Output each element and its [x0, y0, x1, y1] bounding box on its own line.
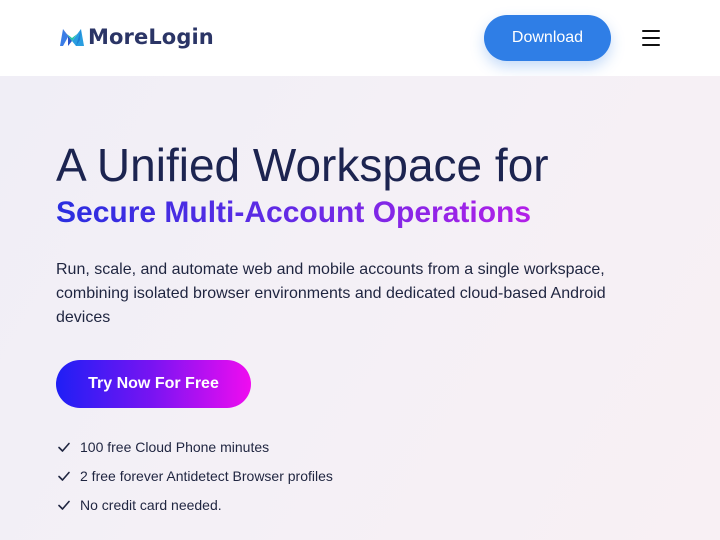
hamburger-menu-icon[interactable]	[640, 28, 662, 48]
feature-text: No credit card needed.	[80, 496, 222, 513]
menu-bar	[642, 44, 660, 46]
try-now-button[interactable]: Try Now For Free	[56, 360, 251, 408]
checkmark-icon	[58, 471, 70, 481]
feature-text: 2 free forever Antidetect Browser profil…	[80, 467, 333, 484]
menu-bar	[642, 30, 660, 32]
morelogin-logo-icon	[60, 29, 84, 46]
feature-item: 2 free forever Antidetect Browser profil…	[56, 461, 333, 490]
feature-item: No credit card needed.	[56, 490, 333, 519]
feature-text: 100 free Cloud Phone minutes	[80, 438, 270, 455]
checkmark-icon	[58, 500, 70, 510]
menu-bar	[642, 37, 660, 39]
morelogin-logo[interactable]: MoreLogin	[59, 25, 214, 49]
hero-description: Run, scale, and automate web and mobile …	[56, 261, 606, 326]
checkmark-icon	[58, 442, 70, 452]
feature-item: 100 free Cloud Phone minutes	[56, 432, 333, 461]
hero-title: A Unified Workspace for	[56, 139, 549, 191]
feature-list: 100 free Cloud Phone minutes 2 free fore…	[56, 432, 333, 519]
top-navbar: MoreLogin Download	[0, 0, 720, 76]
hero-subtitle: Secure Multi-Account Operations	[56, 196, 532, 229]
download-button[interactable]: Download	[484, 15, 611, 61]
logo-text: MoreLogin	[88, 25, 214, 49]
